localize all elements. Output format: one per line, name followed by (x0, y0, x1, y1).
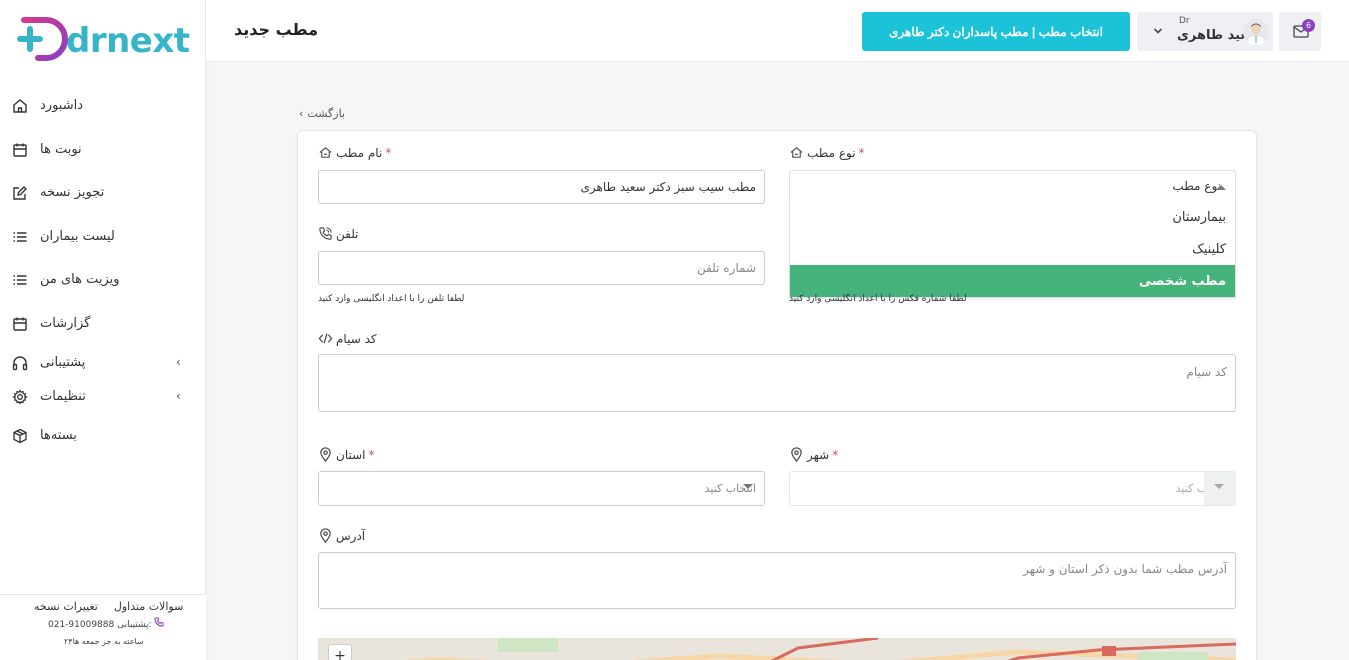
clinic-type-dropdown: بیمارستان کلینیک مطب شخصی (789, 201, 1236, 298)
user-menu[interactable]: Dr سعید طاهری (1137, 12, 1273, 51)
logo-text: drnext (66, 21, 190, 61)
sidebar-item-reports[interactable]: گزارشات (0, 309, 206, 339)
clinic-type-option-private-office[interactable]: مطب شخصی (790, 265, 1235, 297)
location-pin-icon (320, 447, 331, 462)
city-label: شهر * (789, 447, 838, 462)
support-phone: 021-91009888 پشتیبانی: (48, 617, 165, 630)
calendar-icon (13, 143, 27, 157)
province-label: استان * (318, 447, 374, 462)
clinic-form-card: نوع مطب * نوع مطب بیمارستان کلینیک مطب شخ… (297, 130, 1257, 660)
support-phone-label: پشتیبانی: (117, 620, 152, 630)
list-icon (13, 275, 27, 285)
sidebar-item-label: ویزیت های من (40, 272, 120, 287)
avatar (1243, 19, 1269, 45)
drnext-logo-mark-icon (17, 17, 68, 61)
sidebar-item-label: نوبت ها (40, 142, 82, 157)
location-pin-icon (320, 528, 331, 543)
address-textarea[interactable]: آدرس مطب شما بدون ذکر استان و شهر (318, 552, 1236, 609)
clinic-type-select[interactable]: نوع مطب (789, 170, 1236, 202)
clinic-type-label: نوع مطب * (789, 145, 865, 160)
user-prefix: Dr (1179, 16, 1190, 26)
notifications-button[interactable]: 6 (1279, 12, 1321, 51)
sidebar-item-settings[interactable]: تنظیمات ‹ (0, 382, 206, 412)
package-icon (13, 428, 27, 444)
phone-icon (319, 227, 332, 240)
chevron-left-icon: ‹ (176, 389, 181, 403)
clinic-name-input[interactable]: مطب سیب سبز دکتر سعید طاهری (318, 170, 765, 204)
changelog-link[interactable]: تغییرات نسخه (34, 600, 98, 613)
page-title: مطب جدید (234, 20, 319, 39)
select-clinic-button[interactable]: انتخاب مطب | مطب پاسداران دکتر طاهری (862, 12, 1130, 51)
phone-hint: لطفا تلفن را با اعداد انگلیسی وارد کنید (318, 294, 465, 304)
clinic-type-option-hospital[interactable]: بیمارستان (790, 201, 1235, 233)
support-hours: ۲۴ساعته به جز جمعه ها (64, 637, 144, 646)
address-label: آدرس (318, 528, 365, 543)
topbar: مطب جدید انتخاب مطب | مطب پاسداران دکتر … (206, 0, 1349, 62)
sidebar-item-patients[interactable]: لیست بیماران (0, 222, 206, 252)
back-label: بازگشت (307, 107, 345, 120)
sidebar-item-dashboard[interactable]: داشبورد (0, 91, 206, 121)
map-zoom-in-button[interactable]: + (328, 644, 352, 660)
gear-icon (12, 389, 28, 405)
sidebar-item-label: تجویز نسخه (40, 185, 105, 200)
list-icon (13, 232, 27, 242)
headphones-icon (12, 356, 28, 371)
province-select[interactable]: انتخاب کنید (318, 471, 765, 506)
support-phone-number[interactable]: 021-91009888 (48, 620, 114, 630)
phone-input[interactable]: شماره تلفن (318, 251, 765, 285)
sidebar-item-label: لیست بیماران (40, 229, 115, 244)
sidebar-item-label: پشتیبانی (40, 355, 86, 370)
clinic-name-label: نام مطب * (318, 145, 391, 160)
siam-code-textarea[interactable]: کد سیام (318, 354, 1236, 412)
sidebar-item-appointments[interactable]: نوبت ها (0, 135, 206, 165)
siam-code-label: کد سیام (318, 331, 377, 346)
faq-link[interactable]: سوالات متداول (114, 600, 183, 613)
sidebar-item-my-visits[interactable]: ویزیت های من (0, 265, 206, 295)
phone-label: تلفن (318, 226, 359, 241)
phone-icon (154, 617, 165, 627)
home-icon (319, 147, 332, 158)
doctor-avatar-icon (1243, 19, 1269, 45)
sidebar-item-label: بسته‌ها (40, 428, 77, 443)
caret-up-icon (1216, 185, 1226, 190)
city-select[interactable]: انتخاب کنید (789, 471, 1236, 506)
notification-badge: 6 (1302, 19, 1315, 32)
sidebar-item-label: تنظیمات (40, 389, 86, 404)
sidebar-item-packages[interactable]: بسته‌ها (0, 421, 206, 451)
clinic-type-option-clinic[interactable]: کلینیک (790, 233, 1235, 265)
location-map[interactable]: + (318, 638, 1236, 660)
map-tiles (318, 638, 1236, 660)
home-icon (13, 99, 27, 113)
location-pin-icon (791, 447, 802, 462)
chevron-left-icon: ‹ (299, 107, 304, 120)
sidebar-footer: تغییرات نسخه سوالات متداول 021-91009888 … (0, 594, 206, 660)
edit-icon (13, 186, 27, 200)
sidebar-item-prescription[interactable]: تجویز نسخه (0, 178, 206, 208)
chevron-left-icon: ‹ (176, 355, 181, 369)
caret-down-icon (743, 484, 753, 489)
footer-links: تغییرات نسخه سوالات متداول (34, 600, 183, 613)
home-icon (790, 147, 803, 158)
code-icon (318, 333, 333, 344)
sidebar-item-label: گزارشات (40, 316, 91, 331)
chevron-down-icon (1153, 28, 1163, 34)
fax-hint: لطفا شماره فکس را با اعداد انگلیسی وارد … (789, 294, 967, 304)
back-link[interactable]: ‹ بازگشت (299, 107, 345, 120)
calendar-icon (13, 317, 27, 331)
sidebar: drnext داشبورد نوبت ها تجویز نسخه لیست ب… (0, 0, 206, 660)
caret-down-icon (1214, 484, 1224, 489)
sidebar-item-support[interactable]: پشتیبانی ‹ (0, 348, 206, 378)
sidebar-item-label: داشبورد (40, 98, 83, 113)
logo[interactable]: drnext (16, 14, 190, 64)
